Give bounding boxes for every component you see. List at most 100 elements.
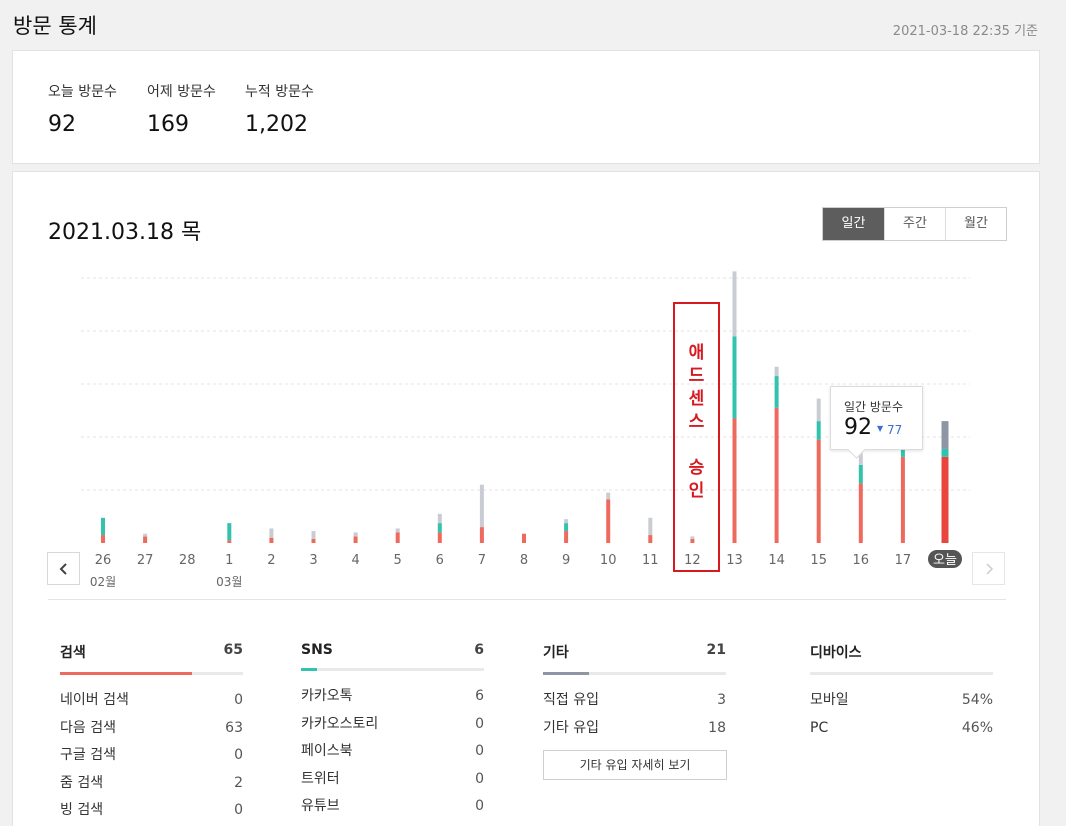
bar-segment-search — [101, 535, 105, 543]
item-value: 0 — [475, 715, 484, 732]
source-total: 6 — [474, 642, 484, 658]
source-ratio-bar — [301, 668, 484, 671]
other-detail-button[interactable]: 기타 유입 자세히 보기 — [543, 750, 727, 780]
month-label: 02월 — [90, 575, 116, 589]
chart-card: 2021.03.18 목 일간 주간 월간 26 27 28 1 2 3 4 5 6 7 8 9 10 1… — [12, 171, 1040, 826]
source-total: 21 — [706, 642, 726, 658]
x-tick-label: 6 — [436, 553, 444, 568]
item-value: 18 — [708, 719, 726, 736]
list-item: 모바일 54% — [810, 687, 993, 715]
bar-segment-other — [648, 517, 653, 536]
stat-yesterday-value: 169 — [147, 112, 189, 137]
item-label: 구글 검색 — [60, 747, 116, 763]
x-tick-label: 28 — [179, 553, 196, 568]
bar-segment-other — [774, 366, 779, 377]
x-tick-label: 5 — [394, 553, 402, 568]
stat-today-label: 오늘 방문수 — [48, 84, 117, 100]
bar-segment-search — [941, 456, 949, 543]
source-search: 검색 65 네이버 검색 0 다음 검색 63 구글 검색 0 줌 검색 2 빙 검색 0 — [60, 642, 243, 825]
stat-yesterday: 어제 방문수 169 — [147, 81, 216, 137]
bar-segment-sns — [941, 448, 949, 457]
chart-tooltip: 일간 방문수 92 ▼ 77 — [830, 386, 923, 450]
item-value: 0 — [234, 747, 243, 763]
list-item: PC 46% — [810, 715, 993, 743]
source-ratio-fill — [543, 672, 589, 675]
tooltip-label: 일간 방문수 — [844, 400, 904, 414]
source-sns: SNS 6 카카오톡 6 카카오스토리 0 페이스북 0 트위터 0 유튜브 0 — [301, 642, 484, 821]
prev-period-button[interactable] — [47, 552, 80, 585]
tab-weekly[interactable]: 주간 — [884, 208, 945, 240]
source-title: 디바이스 — [810, 645, 862, 661]
item-value: 0 — [234, 692, 243, 708]
bar-segment-search — [900, 456, 905, 543]
x-tick-label: 14 — [768, 553, 785, 568]
item-label: 페이스북 — [301, 743, 353, 759]
x-tick-label: 7 — [478, 553, 486, 568]
bar-segment-other — [479, 484, 484, 528]
bar-segment-other — [269, 528, 274, 538]
annotation-char: 센 — [688, 389, 705, 409]
bar-segment-sns — [732, 336, 737, 419]
stat-yesterday-label: 어제 방문수 — [147, 84, 216, 100]
annotation-char: 스 — [688, 412, 705, 432]
x-tick-label: 27 — [137, 553, 154, 568]
triangle-down-icon: ▼ — [877, 424, 884, 433]
x-tick-label: 2 — [267, 553, 275, 568]
updated-timestamp: 2021-03-18 22:35 기준 — [892, 24, 1038, 39]
source-ratio-bar — [543, 672, 726, 675]
list-item: 빙 검색 0 — [60, 797, 243, 825]
section-divider — [48, 599, 1006, 600]
source-ratio-bar — [60, 672, 243, 675]
item-value: 0 — [475, 743, 484, 759]
item-label: 카카오스토리 — [301, 715, 379, 732]
source-ratio-fill — [301, 668, 318, 671]
item-value: 0 — [234, 802, 243, 818]
annotation-char: 드 — [688, 366, 705, 386]
x-tick-label: 8 — [520, 553, 528, 568]
item-value: 54% — [961, 692, 993, 708]
tab-daily[interactable]: 일간 — [823, 208, 884, 240]
source-total: 65 — [223, 642, 243, 658]
x-tick-label: 15 — [810, 553, 827, 568]
page-title: 방문 통계 — [13, 14, 97, 38]
item-label: 모바일 — [810, 692, 849, 708]
source-ratio-bar — [810, 672, 993, 675]
list-item: 유튜브 0 — [301, 793, 484, 821]
chevron-right-icon — [985, 562, 993, 575]
stat-total-label: 누적 방문수 — [245, 84, 314, 100]
stat-today: 오늘 방문수 92 — [48, 81, 117, 137]
bar-segment-search — [606, 499, 611, 543]
tab-monthly[interactable]: 월간 — [945, 208, 1006, 240]
bar-segment-search — [311, 539, 316, 543]
item-value: 6 — [475, 688, 484, 704]
bar-segment-other — [311, 531, 316, 540]
item-label: 직접 유입 — [543, 692, 599, 708]
source-title: 기타 — [543, 645, 569, 661]
bar-segment-search — [774, 407, 779, 543]
list-item: 카카오톡 6 — [301, 683, 484, 711]
bar-segment-sns — [437, 523, 442, 533]
source-ratio-fill — [60, 672, 192, 675]
bar-segment-search — [732, 418, 737, 543]
bar-segment-search — [858, 483, 863, 543]
item-value: 0 — [475, 770, 484, 787]
period-tabs: 일간 주간 월간 — [822, 207, 1007, 241]
bar-segment-sns — [816, 421, 821, 440]
list-item: 구글 검색 0 — [60, 742, 243, 770]
bar-segment-search — [522, 533, 526, 543]
source-other: 기타 21 직접 유입 3 기타 유입 18 기타 유입 자세히 보기 — [543, 642, 727, 780]
item-label: 유튜브 — [301, 798, 340, 814]
annotation-char: 승 — [688, 458, 705, 478]
next-period-button[interactable] — [972, 552, 1005, 585]
stat-total-value: 1,202 — [245, 112, 308, 137]
list-item: 직접 유입 3 — [543, 687, 726, 715]
annotation-char: 인 — [688, 481, 705, 501]
item-label: 줌 검색 — [60, 774, 104, 791]
bar-segment-other — [564, 519, 569, 524]
x-tick-label: 3 — [309, 553, 317, 568]
x-tick-label: 1 — [225, 553, 233, 568]
source-device: 디바이스 모바일 54% PC 46% — [810, 642, 993, 742]
bar-segment-search — [479, 527, 484, 543]
list-item: 트위터 0 — [301, 766, 484, 794]
bar-segment-other — [437, 513, 442, 524]
